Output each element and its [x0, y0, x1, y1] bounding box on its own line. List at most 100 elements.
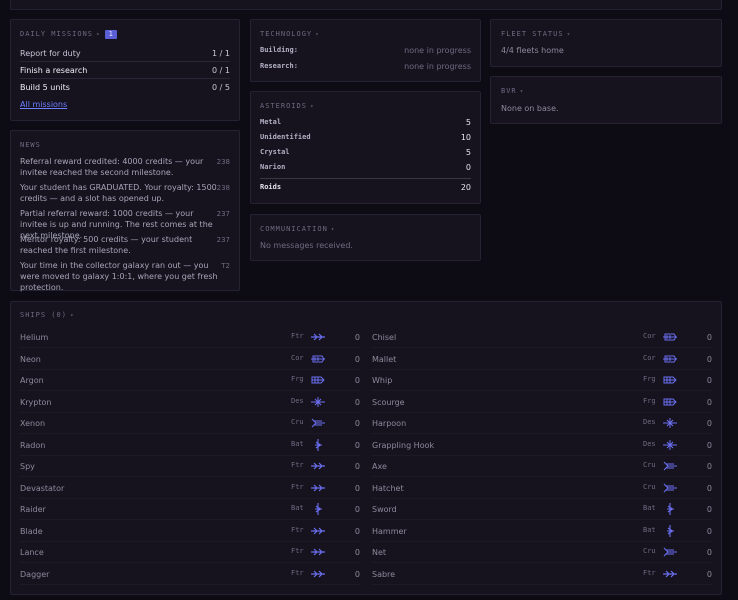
mission-row: Build 5 units 0 / 5: [20, 80, 230, 96]
corvette-icon: [310, 353, 326, 365]
ship-row[interactable]: Net Cru 0: [372, 542, 712, 563]
destroyer-icon: [662, 417, 678, 429]
ship-row[interactable]: Blade Ftr 0: [20, 521, 360, 542]
ship-row[interactable]: Helium Ftr 0: [20, 327, 360, 348]
ship-name: Raider: [20, 505, 46, 514]
ship-class: Cru: [643, 461, 656, 469]
ship-count: 0: [354, 462, 360, 471]
frigate-icon: [310, 374, 326, 386]
asteroid-value: 5: [465, 148, 471, 157]
ship-class: Cru: [643, 482, 656, 491]
ship-row[interactable]: Scourge Frg 0: [372, 392, 712, 413]
fighter-icon: [310, 482, 326, 494]
corvette-icon: [662, 353, 678, 365]
chevron-down-icon: ▾: [96, 31, 101, 38]
ship-count: 0: [706, 526, 712, 536]
technology-title[interactable]: TECHNOLOGY ▾: [260, 30, 320, 38]
ship-class: Bat: [291, 439, 304, 448]
ship-name: Hammer: [372, 526, 407, 536]
ship-name: Sabre: [372, 569, 396, 579]
ship-count: 0: [354, 397, 360, 407]
ship-row[interactable]: Sabre Ftr 0: [372, 564, 712, 585]
asteroid-total-label: Roids: [260, 183, 282, 191]
ship-class: Frg: [291, 375, 304, 383]
ship-row[interactable]: Xenon Cru 0: [20, 413, 360, 434]
fleet-status-title[interactable]: FLEET STATUS ▾: [501, 30, 571, 38]
ship-count: 0: [354, 419, 360, 428]
ship-row[interactable]: Raider Bat 0: [20, 499, 360, 520]
asteroid-label: Metal: [260, 118, 282, 126]
ship-row[interactable]: Radon Bat 0: [20, 435, 360, 456]
ship-count: 0: [706, 376, 712, 385]
top-bar: [10, 0, 722, 10]
ship-row[interactable]: Grappling Hook Des 0: [372, 435, 712, 456]
asteroids-title[interactable]: ASTEROIDS ▾: [260, 102, 315, 110]
asteroid-row-crystal: Crystal 5: [260, 146, 471, 160]
chevron-down-icon: ▾: [315, 31, 320, 38]
ship-row[interactable]: Krypton Des 0: [20, 392, 360, 413]
news-item: Referral reward credited: 4000 credits —…: [20, 157, 204, 177]
ships-panel: SHIPS (0) ▾ Helium Ftr 0 Neon Cor 0 Argon Frg 0 Kr…: [10, 301, 722, 595]
building-value: none in progress: [404, 46, 471, 55]
frigate-icon: [662, 396, 678, 408]
fleet-status-title-text: FLEET STATUS: [501, 30, 564, 38]
ship-row[interactable]: Neon Cor 0: [20, 349, 360, 370]
mission-label: Build 5 units: [20, 83, 70, 92]
ship-class: Bat: [643, 504, 656, 512]
asteroid-row-metal: Metal 5: [260, 116, 471, 130]
ship-class: Des: [291, 396, 304, 405]
news-tick: 238: [216, 158, 230, 166]
chevron-down-icon: ▾: [69, 312, 75, 319]
ship-class: Ftr: [291, 568, 304, 577]
ship-name: Grappling Hook: [372, 440, 435, 450]
communication-title[interactable]: COMMUNICATION ▾: [260, 225, 335, 233]
ship-name: Axe: [372, 462, 387, 471]
ship-row[interactable]: Sword Bat 0: [372, 499, 712, 520]
fighter-icon: [662, 568, 678, 580]
ship-row[interactable]: Axe Cru 0: [372, 456, 712, 477]
technology-title-text: TECHNOLOGY: [260, 30, 313, 38]
news-tick: 237: [216, 210, 230, 218]
ship-class: Cru: [291, 418, 304, 426]
asteroid-value: 5: [465, 118, 471, 127]
technology-panel: TECHNOLOGY ▾ Building: none in progress R…: [250, 19, 481, 82]
ship-row[interactable]: Argon Frg 0: [20, 370, 360, 391]
ship-row[interactable]: Mallet Cor 0: [372, 349, 712, 370]
ship-row[interactable]: Dagger Ftr 0: [20, 564, 360, 585]
ship-count: 0: [354, 569, 360, 579]
ship-class: Ftr: [291, 525, 304, 534]
ship-name: Devastator: [20, 483, 65, 493]
all-missions-link[interactable]: All missions: [20, 100, 67, 109]
ships-title[interactable]: SHIPS (0) ▾: [20, 311, 75, 319]
fighter-icon: [310, 525, 326, 537]
asteroid-label: Narion: [260, 163, 286, 171]
ship-count: 0: [706, 333, 712, 342]
news-panel: NEWS Referral reward credited: 4000 cred…: [10, 130, 240, 292]
fighter-icon: [310, 546, 326, 558]
ship-row[interactable]: Whip Frg 0: [372, 370, 712, 391]
bvr-title[interactable]: BVR ▾: [501, 87, 524, 95]
fleet-status-panel: FLEET STATUS ▾ 4/4 fleets home: [490, 19, 722, 67]
ship-count: 0: [354, 354, 360, 364]
missions-title[interactable]: DAILY MISSIONS ▾ 1: [20, 30, 117, 39]
ship-row[interactable]: Hammer Bat 0: [372, 521, 712, 542]
ship-row[interactable]: Lance Ftr 0: [20, 542, 360, 563]
ship-class: Cor: [643, 332, 656, 340]
cruiser-icon: [662, 460, 678, 472]
ship-row[interactable]: Harpoon Des 0: [372, 413, 712, 434]
asteroid-label: Unidentified: [260, 133, 311, 141]
news-title: NEWS: [20, 141, 41, 149]
ship-row[interactable]: Hatchet Cru 0: [372, 478, 712, 499]
news-item: Your time in the collector galaxy ran ou…: [20, 261, 218, 292]
ship-name: Helium: [20, 333, 49, 342]
corvette-icon: [662, 331, 678, 343]
ship-row[interactable]: Spy Ftr 0: [20, 456, 360, 477]
ship-name: Harpoon: [372, 419, 407, 428]
ship-row[interactable]: Chisel Cor 0: [372, 327, 712, 348]
building-row: Building: none in progress: [260, 44, 471, 58]
ship-row[interactable]: Devastator Ftr 0: [20, 478, 360, 499]
battleship-icon: [310, 503, 326, 515]
frigate-icon: [662, 374, 678, 386]
ship-name: Krypton: [20, 397, 52, 407]
ship-class: Bat: [643, 525, 656, 534]
